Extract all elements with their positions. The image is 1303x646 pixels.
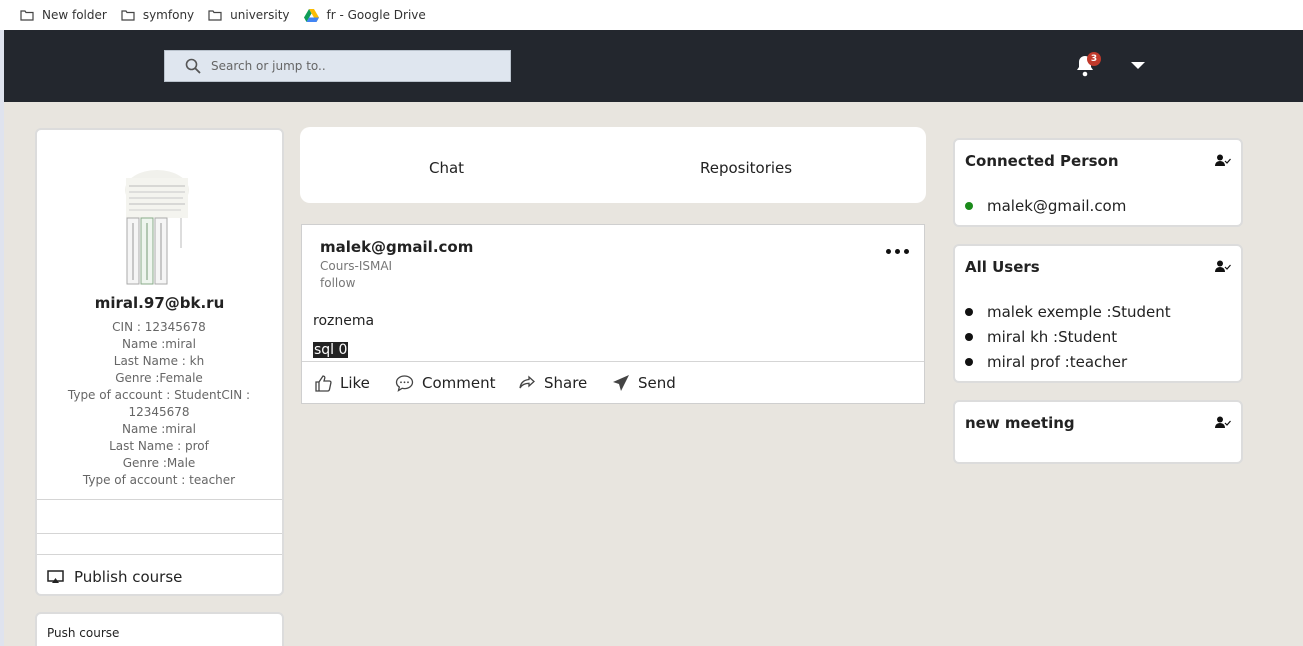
follow-link[interactable]: follow [320,276,355,290]
connected-person-list: malek@gmail.com [965,193,1126,218]
all-users-title: All Users [965,258,1040,276]
notification-count-badge: 3 [1087,52,1101,66]
post-author[interactable]: malek@gmail.com [320,238,473,256]
divider [37,499,282,500]
profile-detail-line: Name :miral [122,337,196,351]
tab-repositories[interactable]: Repositories [700,159,792,177]
user-list-item[interactable]: malek exemple :Student [965,299,1171,324]
bookmark-google-drive[interactable]: fr - Google Drive [303,8,426,22]
push-course-label: Push course [47,626,120,640]
bookmark-label: symfony [142,8,195,22]
profile-detail-line: Type of account : teacher [82,473,236,487]
connected-person-item[interactable]: malek@gmail.com [965,193,1126,218]
google-drive-icon [303,8,319,22]
divider [37,554,282,555]
post-card: malek@gmail.com Cours-ISMAI follow rozne… [301,224,925,404]
share-icon [519,375,535,389]
bookmark-label: fr - Google Drive [326,8,426,22]
window-left-edge [0,30,4,646]
connected-person-title: Connected Person [965,152,1119,170]
user-check-icon[interactable] [1215,260,1231,273]
profile-detail-line: Last Name : prof [109,439,209,453]
publish-course-button[interactable]: Publish course [47,568,182,586]
profile-detail-line: CIN : 12345678 [112,320,206,334]
profile-avatar [125,170,189,285]
divider [302,361,924,362]
user-name: miral prof :teacher [987,352,1128,371]
share-button[interactable]: Share [518,374,587,392]
profile-detail-line: Type of account : StudentCIN : 12345678 [67,388,251,419]
all-users-card: All Users malek exemple :Student miral k… [953,244,1243,383]
comment-label: Comment [422,374,496,392]
send-button[interactable]: Send [612,374,676,392]
user-list-item[interactable]: miral kh :Student [965,324,1171,349]
screen-cast-icon [47,570,64,583]
send-label: Send [638,374,676,392]
all-users-list: malek exemple :Student miral kh :Student… [965,299,1171,374]
folder-icon [121,10,135,21]
post-course: Cours-ISMAI [320,259,393,273]
bookmark-symfony[interactable]: symfony [121,8,194,22]
profile-detail-line: Name :miral [122,422,196,436]
tabs-card: Chat Repositories [300,127,926,203]
bullet [965,307,973,316]
connected-person-email: malek@gmail.com [987,196,1127,215]
online-status-dot [965,201,973,210]
profile-details: CIN : 12345678 Name :miral Last Name : k… [59,319,259,489]
new-meeting-title: new meeting [965,414,1075,432]
user-check-icon[interactable] [1215,154,1231,167]
bullet [965,332,973,341]
push-course-card[interactable]: Push course [35,612,284,646]
bookmark-label: university [230,8,290,22]
folder-icon [208,10,222,21]
user-check-icon[interactable] [1215,416,1231,429]
profile-detail-line: Genre :Male [122,456,196,470]
profile-card: miral.97@bk.ru CIN : 12345678 Name :mira… [35,128,284,596]
profile-detail-line: Last Name : kh [113,354,205,368]
publish-course-label: Publish course [74,568,183,586]
connected-person-card: Connected Person malek@gmail.com [953,138,1243,227]
bookmark-new-folder[interactable]: New folder [20,8,107,22]
new-meeting-card[interactable]: new meeting [953,400,1243,464]
post-text: roznema [313,313,375,329]
search-input[interactable]: Search or jump to.. [164,50,511,82]
user-list-item[interactable]: miral prof :teacher [965,349,1171,374]
profile-email: miral.97@bk.ru [94,294,225,312]
bookmark-university[interactable]: university [208,8,290,22]
comment-button[interactable]: Comment [395,374,496,392]
thumbs-up-icon [315,375,332,392]
search-icon [185,58,201,74]
bookmark-label: New folder [42,8,107,22]
more-options-icon[interactable] [884,241,914,261]
user-menu-dropdown-icon[interactable] [1131,62,1145,69]
send-icon [613,375,629,391]
folder-icon [20,10,34,21]
user-name: malek exemple :Student [987,302,1171,321]
divider [37,533,282,534]
share-label: Share [544,374,588,392]
user-name: miral kh :Student [987,327,1118,346]
bookmarks-bar: New folder symfony university fr - Googl… [0,0,1303,30]
bullet [965,357,973,366]
search-placeholder: Search or jump to.. [211,59,326,73]
profile-detail-line: Genre :Female [115,371,203,385]
like-label: Like [340,374,370,392]
post-selected-text: sql 0 [313,342,349,358]
tab-chat[interactable]: Chat [429,159,464,177]
comment-icon [395,375,414,392]
like-button[interactable]: Like [314,374,370,392]
